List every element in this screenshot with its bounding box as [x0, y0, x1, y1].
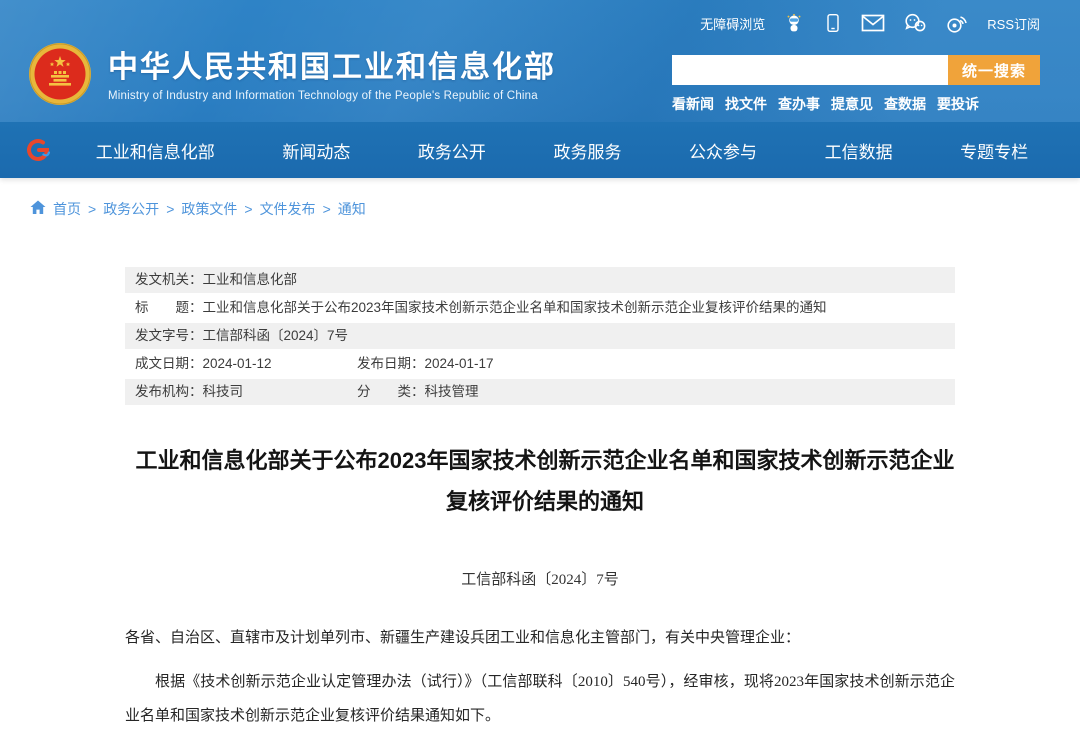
- breadcrumb-separator: >: [88, 201, 96, 217]
- quick-link-complaint[interactable]: 要投诉: [937, 94, 979, 114]
- site-title-group: 中华人民共和国工业和信息化部 Ministry of Industry and …: [108, 51, 556, 103]
- nav-item-gov-service[interactable]: 政务服务: [553, 138, 621, 163]
- content: 发文机关： 工业和信息化部 标 题： 工业和信息化部关于公布2023年国家技术创…: [125, 267, 955, 734]
- national-emblem-icon: [28, 42, 92, 111]
- meta-label: 发文机关：: [135, 267, 203, 293]
- meta-label: 分 类：: [357, 379, 425, 405]
- phone-icon[interactable]: [823, 12, 843, 34]
- doc-number: 工信部科函〔2024〕7号: [125, 568, 955, 589]
- nav-item-data[interactable]: 工信数据: [825, 138, 893, 163]
- accessibility-link[interactable]: 无障碍浏览: [700, 14, 765, 33]
- meta-row-issuing-agency: 发文机关： 工业和信息化部: [125, 267, 955, 293]
- meta-row-publisher-category: 发布机构： 科技司 分 类： 科技管理: [125, 379, 955, 405]
- weibo-icon[interactable]: [945, 12, 969, 34]
- breadcrumb-item-home[interactable]: 首页: [53, 199, 81, 219]
- robot-icon[interactable]: [783, 12, 805, 34]
- article-title: 工业和信息化部关于公布2023年国家技术创新示范企业名单和国家技术创新示范企业复…: [125, 441, 965, 522]
- topbar: 无障碍浏览: [700, 12, 1040, 34]
- quick-link-suggest[interactable]: 提意见: [831, 94, 873, 114]
- quick-links: 看新闻 找文件 查办事 提意见 查数据 要投诉: [672, 94, 1040, 114]
- quick-link-data[interactable]: 查数据: [884, 94, 926, 114]
- site-title: 中华人民共和国工业和信息化部: [108, 51, 556, 86]
- salutation: 各省、自治区、直辖市及计划单列市、新疆生产建设兵团工业和信息化主管部门，有关中央…: [125, 625, 955, 652]
- main-nav: 工业和信息化部 新闻动态 政务公开 政务服务 公众参与 工信数据 专题专栏: [0, 122, 1080, 178]
- meta-value: 2024-01-12: [203, 351, 272, 377]
- meta-value: 2024-01-17: [425, 351, 494, 377]
- nav-item-gov-open[interactable]: 政务公开: [418, 138, 486, 163]
- meta-label: 发布机构：: [135, 379, 203, 405]
- wechat-icon[interactable]: [903, 12, 927, 34]
- breadcrumb-item-gov-open[interactable]: 政务公开: [103, 199, 159, 219]
- body-paragraph: 根据《技术创新示范企业认定管理办法（试行）》（工信部联科〔2010〕540号），…: [125, 666, 955, 734]
- site-subtitle: Ministry of Industry and Information Tec…: [108, 90, 556, 102]
- breadcrumb-item-policy-files[interactable]: 政策文件: [181, 199, 237, 219]
- breadcrumb-separator: >: [244, 201, 252, 217]
- meta-label: 发布日期：: [357, 351, 425, 377]
- breadcrumb: 首页 > 政务公开 > 政策文件 > 文件发布 > 通知: [30, 199, 1080, 219]
- meta-value: 科技司: [203, 379, 244, 405]
- nav-item-topics[interactable]: 专题专栏: [960, 138, 1028, 163]
- mail-icon[interactable]: [861, 13, 885, 33]
- site-logo[interactable]: 中华人民共和国工业和信息化部 Ministry of Industry and …: [28, 42, 556, 111]
- meta-value: 科技管理: [425, 379, 479, 405]
- breadcrumb-item-notice[interactable]: 通知: [338, 199, 366, 219]
- search-block: 统一搜索 看新闻 找文件 查办事 提意见 查数据 要投诉: [672, 55, 1040, 114]
- meta-row-dates: 成文日期： 2024-01-12 发布日期： 2024-01-17: [125, 351, 955, 377]
- meta-label: 成文日期：: [135, 351, 203, 377]
- search-input[interactable]: [672, 55, 948, 85]
- breadcrumb-item-file-release[interactable]: 文件发布: [260, 199, 316, 219]
- site-header: 无障碍浏览: [0, 0, 1080, 178]
- quick-link-news[interactable]: 看新闻: [672, 94, 714, 114]
- quick-link-services[interactable]: 查办事: [778, 94, 820, 114]
- meta-value: 工信部科函〔2024〕7号: [203, 323, 349, 349]
- meta-value: 工业和信息化部: [203, 267, 298, 293]
- nav-item-participation[interactable]: 公众参与: [689, 138, 757, 163]
- nav-item-miit[interactable]: 工业和信息化部: [96, 138, 215, 163]
- meta-value: 工业和信息化部关于公布2023年国家技术创新示范企业名单和国家技术创新示范企业复…: [203, 295, 827, 321]
- nav-list: 工业和信息化部 新闻动态 政务公开 政务服务 公众参与 工信数据 专题专栏: [62, 122, 1062, 178]
- quick-link-files[interactable]: 找文件: [725, 94, 767, 114]
- home-icon[interactable]: [30, 200, 46, 218]
- meta-label: 发文字号：: [135, 323, 203, 349]
- search-button[interactable]: 统一搜索: [948, 55, 1040, 85]
- meta-table: 发文机关： 工业和信息化部 标 题： 工业和信息化部关于公布2023年国家技术创…: [125, 267, 955, 405]
- meta-row-title: 标 题： 工业和信息化部关于公布2023年国家技术创新示范企业名单和国家技术创新…: [125, 295, 955, 321]
- meta-row-doc-number: 发文字号： 工信部科函〔2024〕7号: [125, 323, 955, 349]
- miit-e-logo-icon: [26, 138, 50, 167]
- rss-link[interactable]: RSS订阅: [987, 14, 1040, 33]
- meta-label: 标 题：: [135, 295, 203, 321]
- breadcrumb-separator: >: [166, 201, 174, 217]
- nav-item-news[interactable]: 新闻动态: [282, 138, 350, 163]
- breadcrumb-separator: >: [323, 201, 331, 217]
